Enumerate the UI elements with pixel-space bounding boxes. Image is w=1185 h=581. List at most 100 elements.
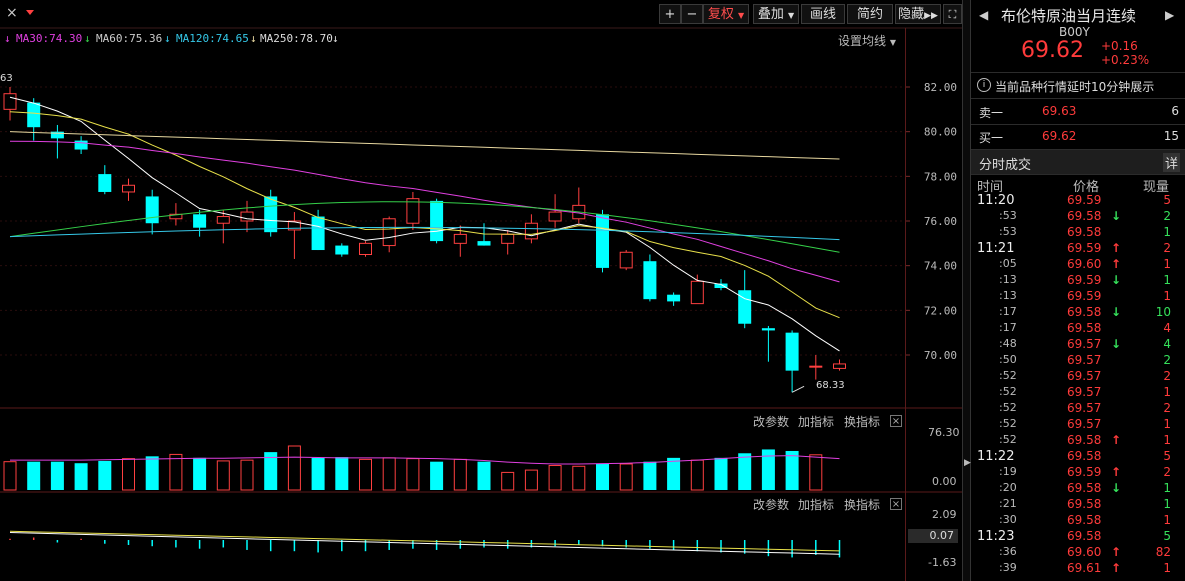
candle-body-up bbox=[122, 184, 135, 193]
tick-price: 69.58 bbox=[1067, 225, 1102, 239]
tick-row: :13 69.59 ↓ 1 bbox=[971, 273, 1185, 289]
volume-bar-down bbox=[714, 457, 728, 490]
volume-bar-down bbox=[50, 461, 64, 490]
tick-row: :53 69.58 1 bbox=[971, 225, 1185, 241]
candle-body-down bbox=[667, 294, 681, 302]
macd-params-button[interactable]: 改参数 bbox=[753, 496, 789, 513]
price-change: +0.16 bbox=[1101, 39, 1138, 53]
delay-notice: i 当前品种行情延时10分钟展示 bbox=[971, 73, 1185, 99]
tick-price: 69.57 bbox=[1067, 401, 1102, 415]
volume-bar-down bbox=[785, 450, 799, 490]
collapse-arrow-icon[interactable]: ▶ bbox=[964, 458, 971, 468]
volume-params-button[interactable]: 改参数 bbox=[753, 413, 789, 430]
tick-price: 69.60 bbox=[1067, 545, 1102, 559]
volume-bar-up bbox=[809, 454, 823, 491]
tick-volume: 1 bbox=[1163, 513, 1171, 527]
tick-row: :19 69.59 ↑ 2 bbox=[971, 465, 1185, 481]
tick-price: 69.58 bbox=[1067, 209, 1102, 223]
volume-bar-up bbox=[548, 465, 562, 491]
tick-price: 69.58 bbox=[1067, 529, 1102, 543]
volume-y-top: 76.30 bbox=[928, 426, 960, 439]
tick-row: :52 69.57 2 bbox=[971, 401, 1185, 417]
volume-bar-down bbox=[311, 457, 325, 490]
volume-add-indicator-button[interactable]: 加指标 bbox=[798, 413, 834, 430]
candle-body-down bbox=[335, 245, 349, 255]
volume-bar-down bbox=[596, 463, 609, 490]
tick-time: :17 bbox=[999, 321, 1017, 334]
tick-price: 69.59 bbox=[1067, 289, 1102, 303]
tick-volume: 1 bbox=[1163, 289, 1171, 303]
tick-time: :30 bbox=[999, 513, 1017, 526]
bid-row: 买一 69.62 15 bbox=[971, 125, 1185, 150]
tick-time: :19 bbox=[999, 465, 1017, 478]
macd-y-current: 0.07 bbox=[908, 529, 958, 543]
volume-y-bottom: 0.00 bbox=[932, 475, 957, 488]
next-symbol-icon[interactable]: ▶ bbox=[1165, 8, 1174, 22]
tick-time: :52 bbox=[999, 369, 1017, 382]
candle-body-up bbox=[690, 280, 704, 305]
tick-row: :52 69.58 ↑ 1 bbox=[971, 433, 1185, 449]
tick-volume: 2 bbox=[1163, 465, 1171, 479]
candle-body-up bbox=[619, 251, 633, 269]
volume-bar-up bbox=[122, 458, 135, 491]
candle-body-up bbox=[548, 211, 562, 222]
info-icon: i bbox=[977, 78, 991, 92]
volume-bar-up bbox=[240, 459, 254, 491]
tick-volume: 1 bbox=[1163, 481, 1171, 495]
price-chart-svg: 82.0080.0078.0076.0074.0072.0070.00 bbox=[0, 27, 962, 558]
ask-volume: 6 bbox=[1171, 104, 1179, 118]
tick-time: :52 bbox=[999, 401, 1017, 414]
arrow-up-icon: ↑ bbox=[1111, 257, 1122, 271]
tick-volume: 2 bbox=[1163, 209, 1171, 223]
ticks-header: 分时成交 详 bbox=[971, 150, 1185, 175]
candle-body-up bbox=[216, 216, 230, 224]
tick-volume: 2 bbox=[1163, 241, 1171, 255]
volume-switch-indicator-button[interactable]: 换指标 bbox=[844, 413, 880, 430]
last-price: 69.62 bbox=[1021, 38, 1084, 63]
ticks-title: 分时成交 bbox=[979, 158, 1032, 173]
prev-symbol-icon[interactable]: ◀ bbox=[979, 8, 988, 22]
tick-volume: 82 bbox=[1155, 545, 1171, 559]
ask-row: 卖一 69.63 6 bbox=[971, 99, 1185, 125]
tick-row: :30 69.58 1 bbox=[971, 513, 1185, 529]
kline-chart-area[interactable]: × + − 复权 ▼ 叠加 ▼ 画线 简约 隐藏▶▶ ⛶ ↓ MA30:74.3… bbox=[0, 0, 962, 581]
macd-switch-indicator-button[interactable]: 换指标 bbox=[844, 496, 880, 513]
ticks-detail-button[interactable]: 详 bbox=[1163, 153, 1181, 172]
tick-volume: 1 bbox=[1163, 225, 1171, 239]
candle-body-down bbox=[761, 328, 775, 331]
tick-price: 69.57 bbox=[1067, 369, 1102, 383]
high-price-marker: 63 bbox=[0, 73, 13, 84]
volume-close-icon[interactable]: × bbox=[890, 415, 902, 427]
tick-row: :17 69.58 ↓ 10 bbox=[971, 305, 1185, 321]
tick-row: :52 69.57 1 bbox=[971, 417, 1185, 433]
quote-header: ◀ 布伦特原油当月连续 ▶ B00Y 69.62 +0.16 +0.23% bbox=[971, 0, 1185, 73]
tick-price: 69.58 bbox=[1067, 481, 1102, 495]
tick-volume: 10 bbox=[1155, 305, 1171, 319]
tick-volume: 5 bbox=[1163, 529, 1171, 543]
arrow-up-icon: ↑ bbox=[1111, 561, 1122, 575]
tick-row: :17 69.58 4 bbox=[971, 321, 1185, 337]
arrow-down-icon: ↓ bbox=[1111, 481, 1122, 495]
arrow-up-icon: ↑ bbox=[1111, 241, 1122, 255]
tick-row: :52 69.57 1 bbox=[971, 385, 1185, 401]
candle-body-up bbox=[501, 233, 515, 244]
panel-splitter[interactable]: ▶ bbox=[962, 0, 971, 581]
tick-row: 11:23 69.58 5 bbox=[971, 529, 1185, 545]
macd-add-indicator-button[interactable]: 加指标 bbox=[798, 496, 834, 513]
candle-body-up bbox=[240, 211, 254, 222]
tick-volume: 1 bbox=[1163, 497, 1171, 511]
delay-notice-text: 当前品种行情延时10分钟展示 bbox=[995, 80, 1155, 94]
tick-time: :53 bbox=[999, 225, 1017, 238]
tick-row: :05 69.60 ↑ 1 bbox=[971, 257, 1185, 273]
tick-volume: 4 bbox=[1163, 321, 1171, 335]
volume-bar-down bbox=[335, 457, 349, 490]
candle-body-down bbox=[264, 196, 278, 233]
volume-bar-up bbox=[501, 471, 515, 491]
candle-body-down bbox=[27, 102, 41, 128]
macd-close-icon[interactable]: × bbox=[890, 498, 902, 510]
ticks-list[interactable]: 11:20 69.59 5:53 69.58 ↓ 2:53 69.58 1 11:21 69.59… bbox=[971, 193, 1185, 581]
instrument-title: 布伦特原油当月连续 bbox=[1001, 7, 1137, 25]
volume-bar-up bbox=[572, 465, 586, 491]
tick-time: :13 bbox=[999, 289, 1017, 302]
tick-time: :13 bbox=[999, 273, 1017, 286]
